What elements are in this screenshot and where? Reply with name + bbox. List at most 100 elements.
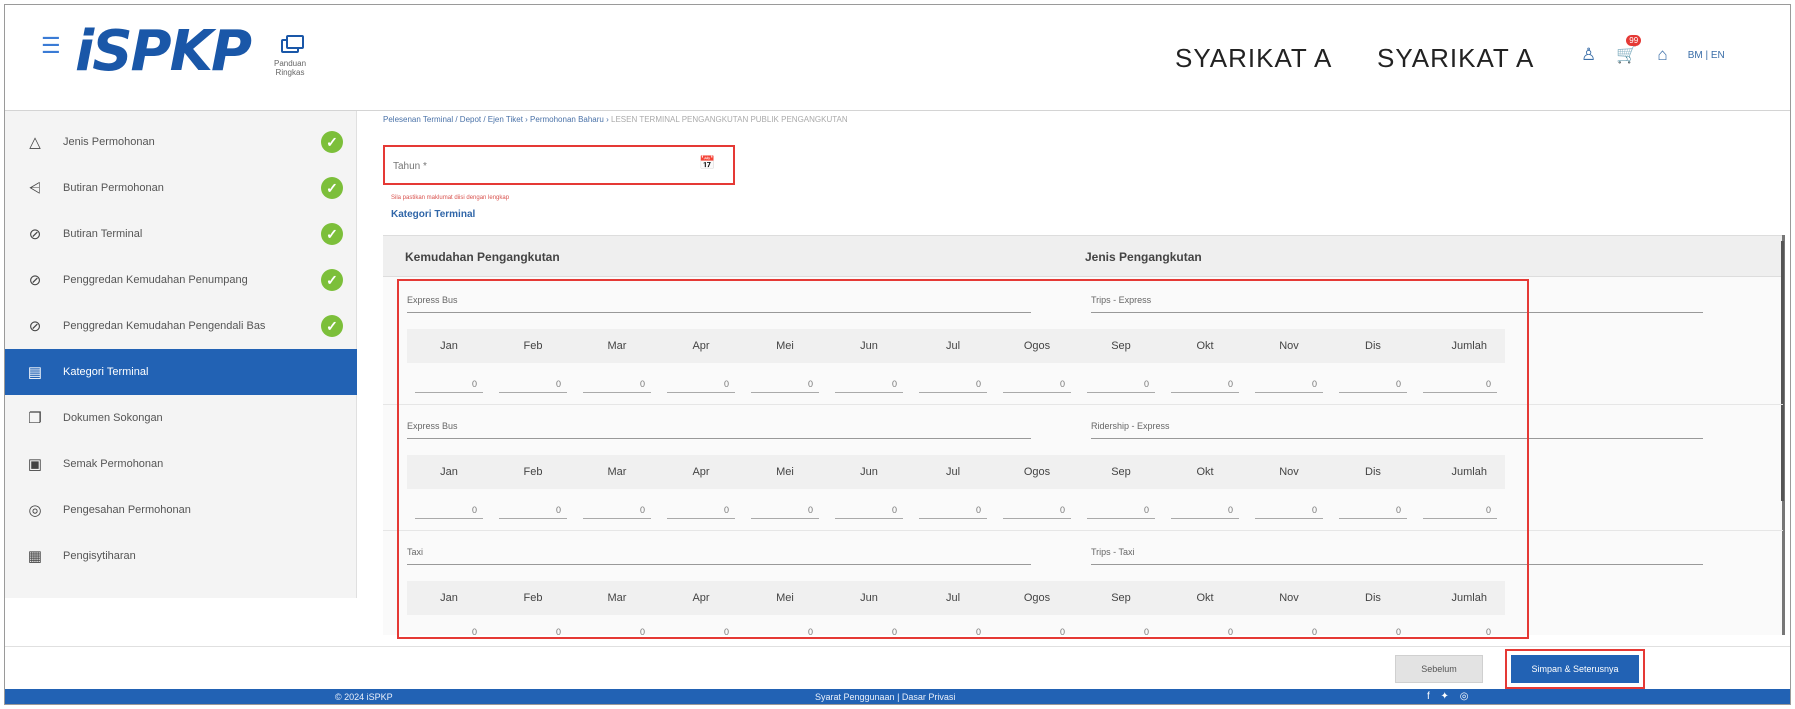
- month-input[interactable]: 0: [1079, 623, 1163, 635]
- month-value[interactable]: 0: [1255, 623, 1323, 635]
- month-value[interactable]: 0: [751, 623, 819, 635]
- sidebar-item-butiran-terminal[interactable]: ⊘ Butiran Terminal ✓: [5, 211, 357, 257]
- month-value[interactable]: 0: [1171, 623, 1239, 635]
- month-input[interactable]: 0: [1247, 501, 1331, 523]
- month-input[interactable]: 0: [995, 623, 1079, 635]
- sidebar-item-semak-permohonan[interactable]: ▣ Semak Permohonan: [5, 441, 357, 487]
- month-value[interactable]: 0: [1171, 375, 1239, 393]
- month-input[interactable]: 0: [995, 501, 1079, 523]
- month-value[interactable]: 0: [1339, 375, 1407, 393]
- month-input[interactable]: 0: [743, 501, 827, 523]
- app-logo[interactable]: iSPKP: [75, 19, 252, 84]
- sidebar-item-pengisytiharan[interactable]: ▦ Pengisytiharan: [5, 533, 357, 579]
- month-input[interactable]: 0: [1247, 375, 1331, 397]
- month-value[interactable]: 0: [1339, 623, 1407, 635]
- transport-type-field[interactable]: Ridership - Express: [1091, 413, 1703, 439]
- previous-button[interactable]: Sebelum: [1395, 655, 1483, 683]
- month-value[interactable]: 0: [751, 375, 819, 393]
- month-input[interactable]: 0: [1163, 501, 1247, 523]
- month-input[interactable]: 0: [575, 501, 659, 523]
- month-value[interactable]: 0: [1003, 623, 1071, 635]
- sidebar-item-kemudahan-penumpang[interactable]: ⊘ Penggredan Kemudahan Penumpang ✓: [5, 257, 357, 303]
- month-value[interactable]: 0: [919, 623, 987, 635]
- month-value[interactable]: 0: [667, 501, 735, 519]
- sidebar-item-pengesahan-permohonan[interactable]: ◎ Pengesahan Permohonan: [5, 487, 357, 533]
- month-input[interactable]: 0: [659, 375, 743, 397]
- month-input[interactable]: 0: [827, 501, 911, 523]
- month-value[interactable]: 0: [667, 623, 735, 635]
- month-value[interactable]: 0: [1255, 501, 1323, 519]
- transport-type-field[interactable]: Trips - Taxi: [1091, 539, 1703, 565]
- month-value[interactable]: 0: [499, 623, 567, 635]
- sidebar-item-dokumen-sokongan[interactable]: ❐ Dokumen Sokongan: [5, 395, 357, 441]
- facility-field[interactable]: Express Bus: [407, 413, 1031, 439]
- month-input[interactable]: 0: [1331, 501, 1415, 523]
- calendar-icon[interactable]: 📅: [699, 155, 715, 171]
- month-value[interactable]: 0: [415, 375, 483, 393]
- company-selector[interactable]: SYARIKAT A: [1377, 43, 1534, 74]
- month-value[interactable]: 0: [499, 501, 567, 519]
- month-value[interactable]: 0: [583, 501, 651, 519]
- month-input[interactable]: 0: [575, 623, 659, 635]
- month-input[interactable]: 0: [491, 375, 575, 397]
- month-value[interactable]: 0: [835, 623, 903, 635]
- month-input[interactable]: 0: [995, 375, 1079, 397]
- quick-guide-button[interactable]: Panduan Ringkas: [260, 35, 320, 79]
- month-value[interactable]: 0: [1171, 501, 1239, 519]
- month-value[interactable]: 0: [751, 501, 819, 519]
- month-value[interactable]: 0: [1003, 501, 1071, 519]
- month-input[interactable]: 0: [911, 501, 995, 523]
- month-value[interactable]: 0: [1255, 375, 1323, 393]
- month-value[interactable]: 0: [1087, 623, 1155, 635]
- month-input[interactable]: 0: [743, 375, 827, 397]
- month-input[interactable]: 0: [575, 375, 659, 397]
- transport-type-field[interactable]: Trips - Express: [1091, 287, 1703, 313]
- month-value[interactable]: 0: [415, 623, 483, 635]
- user-icon[interactable]: ♙: [1581, 45, 1596, 65]
- month-input[interactable]: 0: [827, 623, 911, 635]
- sidebar-item-kategori-terminal[interactable]: ▤ Kategori Terminal: [5, 349, 357, 395]
- footer-terms-link[interactable]: Syarat Penggunaan | Dasar Privasi: [815, 692, 955, 702]
- breadcrumb-path[interactable]: Pelesenan Terminal / Depot / Ejen Tiket …: [383, 115, 609, 124]
- month-value[interactable]: 0: [1339, 501, 1407, 519]
- language-switch[interactable]: BM | EN: [1688, 50, 1725, 61]
- month-input[interactable]: 0: [1163, 623, 1247, 635]
- month-input[interactable]: 0: [659, 501, 743, 523]
- facility-field[interactable]: Express Bus: [407, 287, 1031, 313]
- month-input[interactable]: 0: [1331, 375, 1415, 397]
- month-input[interactable]: 0: [407, 501, 491, 523]
- month-input[interactable]: 0: [1247, 623, 1331, 635]
- month-input[interactable]: 0: [407, 623, 491, 635]
- home-icon[interactable]: ⌂: [1657, 45, 1667, 65]
- sidebar-item-kemudahan-pengendali-bas[interactable]: ⊘ Penggredan Kemudahan Pengendali Bas ✓: [5, 303, 357, 349]
- month-value[interactable]: 0: [919, 501, 987, 519]
- month-value[interactable]: 0: [835, 501, 903, 519]
- month-input[interactable]: 0: [911, 375, 995, 397]
- month-input[interactable]: 0: [1079, 375, 1163, 397]
- month-input[interactable]: 0: [491, 501, 575, 523]
- month-value[interactable]: 0: [1087, 375, 1155, 393]
- month-value[interactable]: 0: [835, 375, 903, 393]
- hamburger-icon[interactable]: ☰: [41, 33, 61, 59]
- month-input[interactable]: 0: [491, 623, 575, 635]
- month-input[interactable]: 0: [1163, 375, 1247, 397]
- month-value[interactable]: 0: [583, 623, 651, 635]
- month-input[interactable]: 0: [827, 375, 911, 397]
- month-value[interactable]: 0: [1087, 501, 1155, 519]
- month-value[interactable]: 0: [583, 375, 651, 393]
- cart-icon[interactable]: 🛒 99: [1616, 35, 1642, 65]
- month-input[interactable]: 0: [659, 623, 743, 635]
- month-value[interactable]: 0: [415, 501, 483, 519]
- month-value[interactable]: 0: [667, 375, 735, 393]
- tahun-input[interactable]: [393, 155, 693, 177]
- social-icons[interactable]: f ✦ ◎: [1427, 691, 1472, 702]
- month-input[interactable]: 0: [1079, 501, 1163, 523]
- month-input[interactable]: 0: [911, 623, 995, 635]
- save-next-button[interactable]: Simpan & Seterusnya: [1511, 655, 1639, 683]
- facility-field[interactable]: Taxi: [407, 539, 1031, 565]
- month-input[interactable]: 0: [407, 375, 491, 397]
- month-value[interactable]: 0: [499, 375, 567, 393]
- month-input[interactable]: 0: [1331, 623, 1415, 635]
- sidebar-item-jenis-permohonan[interactable]: △ Jenis Permohonan ✓: [5, 119, 357, 165]
- month-value[interactable]: 0: [919, 375, 987, 393]
